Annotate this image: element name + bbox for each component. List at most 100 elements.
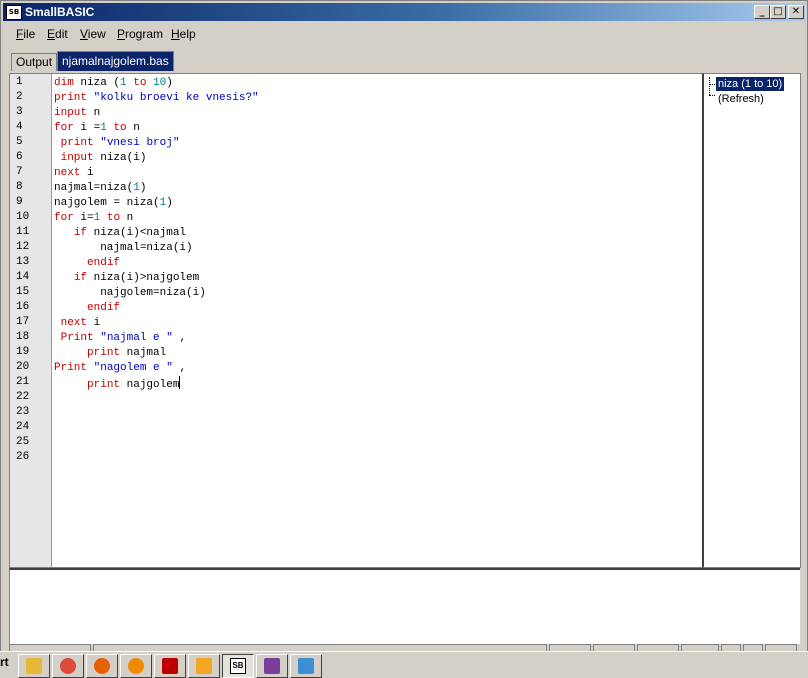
line-number: 22 — [16, 391, 30, 403]
code-line: najmal=niza(i) — [54, 241, 193, 256]
tree-item-niza[interactable]: niza (1 to 10) — [716, 77, 785, 91]
acrobat-icon — [162, 658, 178, 674]
tree-connector — [709, 84, 715, 85]
code-token: Print — [54, 362, 88, 374]
firefox-icon — [94, 658, 110, 674]
code-token: to — [106, 212, 121, 224]
code-token: n — [126, 122, 140, 134]
code-token: "kolku broevi ke vnesis?" — [93, 92, 259, 104]
gear-app-icon — [128, 658, 144, 674]
code-token: 1 — [100, 122, 107, 134]
status-segment — [593, 644, 635, 651]
code-token: i — [87, 317, 101, 329]
status-segment — [549, 644, 591, 651]
code-token: 10 — [153, 77, 167, 89]
code-line: endif — [54, 256, 120, 271]
code-token: print — [60, 137, 94, 149]
menu-edit[interactable]: Edit — [47, 27, 68, 41]
code-token: print — [87, 347, 121, 359]
output-panel[interactable] — [9, 568, 800, 644]
minimize-button[interactable]: _ — [754, 5, 770, 19]
chrome-icon — [60, 658, 76, 674]
code-area[interactable]: dim niza (1 to 10) print "kolku broevi ke… — [54, 74, 699, 567]
smallbasic-taskbar-button[interactable]: SB — [222, 654, 254, 678]
tab-file-njamalnajgolem[interactable]: njamalnajgolem.bas — [57, 51, 174, 71]
line-number: 3 — [16, 106, 23, 118]
acrobat-taskbar-button[interactable] — [154, 654, 186, 678]
maximize-button[interactable]: □ — [770, 5, 786, 19]
gear-app-taskbar-button[interactable] — [120, 654, 152, 678]
file-explorer-taskbar-button[interactable] — [18, 654, 50, 678]
winrar-icon — [264, 658, 280, 674]
line-number: 24 — [16, 421, 30, 433]
tab-output[interactable]: Output — [11, 53, 58, 71]
line-number: 6 — [16, 151, 23, 163]
code-line: next i — [54, 166, 94, 181]
code-token: 1 — [133, 182, 140, 194]
code-token: n — [120, 212, 134, 224]
code-token: Print — [60, 332, 94, 344]
code-token: najgolem=niza(i) — [54, 287, 206, 299]
code-token: endif — [87, 257, 121, 269]
code-token: najmal=niza(i) — [54, 242, 193, 254]
code-line: if niza(i)<najmal — [54, 226, 186, 241]
status-segment — [9, 644, 91, 651]
menu-program[interactable]: Program — [117, 27, 163, 41]
paint-icon — [298, 658, 314, 674]
menu-view[interactable]: View — [80, 27, 106, 41]
line-number: 13 — [16, 256, 30, 268]
code-token: , — [172, 362, 187, 374]
code-line: najgolem=niza(i) — [54, 286, 206, 301]
code-line: print "vnesi broj" — [54, 136, 180, 151]
line-number: 20 — [16, 361, 30, 373]
code-token: "najmal e " — [100, 332, 173, 344]
code-line: input n — [54, 106, 100, 121]
tree-connector — [709, 95, 715, 96]
code-token: 1 — [120, 77, 127, 89]
scratch-cat-taskbar-button[interactable] — [188, 654, 220, 678]
close-button[interactable]: ✕ — [788, 5, 804, 19]
line-number: 7 — [16, 166, 23, 178]
line-number: 9 — [16, 196, 23, 208]
code-token: for — [54, 212, 74, 224]
winrar-taskbar-button[interactable] — [256, 654, 288, 678]
line-number: 21 — [16, 376, 30, 388]
code-line: print najgolem — [54, 376, 181, 393]
code-token: to — [113, 122, 127, 134]
code-token: i = — [73, 122, 101, 134]
code-token: input — [54, 107, 88, 119]
line-number: 4 — [16, 121, 23, 133]
tree-item-refresh[interactable]: (Refresh) — [716, 92, 766, 106]
code-token: for — [54, 122, 74, 134]
code-token: if — [73, 272, 88, 284]
line-number: 18 — [16, 331, 30, 343]
chrome-taskbar-button[interactable] — [52, 654, 84, 678]
line-number: 10 — [16, 211, 30, 223]
title-bar[interactable]: SB SmallBASIC _ □ ✕ — [3, 3, 805, 21]
start-button-fragment[interactable]: rt — [0, 655, 9, 669]
code-editor[interactable]: 1 2 3 4 5 6 7 8 9 10 11 12 13 14 15 16 17 18 19 20 21 22 23 24 2… — [9, 73, 704, 568]
code-token: if — [73, 227, 88, 239]
tree-connector — [709, 77, 710, 95]
editor-tabs: Output njamalnajgolem.bas — [9, 51, 799, 71]
code-token: i — [80, 167, 94, 179]
menu-bar: File Edit View Program Help — [3, 25, 805, 45]
menu-help[interactable]: Help — [171, 27, 196, 41]
status-segment — [743, 644, 763, 651]
line-number-gutter: 1 2 3 4 5 6 7 8 9 10 11 12 13 14 15 16 17 18 19 20 21 22 23 24 2… — [10, 74, 52, 567]
status-segment — [637, 644, 679, 651]
line-number: 1 — [16, 76, 23, 88]
menu-file[interactable]: File — [16, 27, 35, 41]
file-explorer-icon — [26, 658, 42, 674]
paint-taskbar-button[interactable] — [290, 654, 322, 678]
code-token: niza(i) — [93, 152, 147, 164]
firefox-taskbar-button[interactable] — [86, 654, 118, 678]
code-line: Print "najmal e " , — [54, 331, 186, 346]
